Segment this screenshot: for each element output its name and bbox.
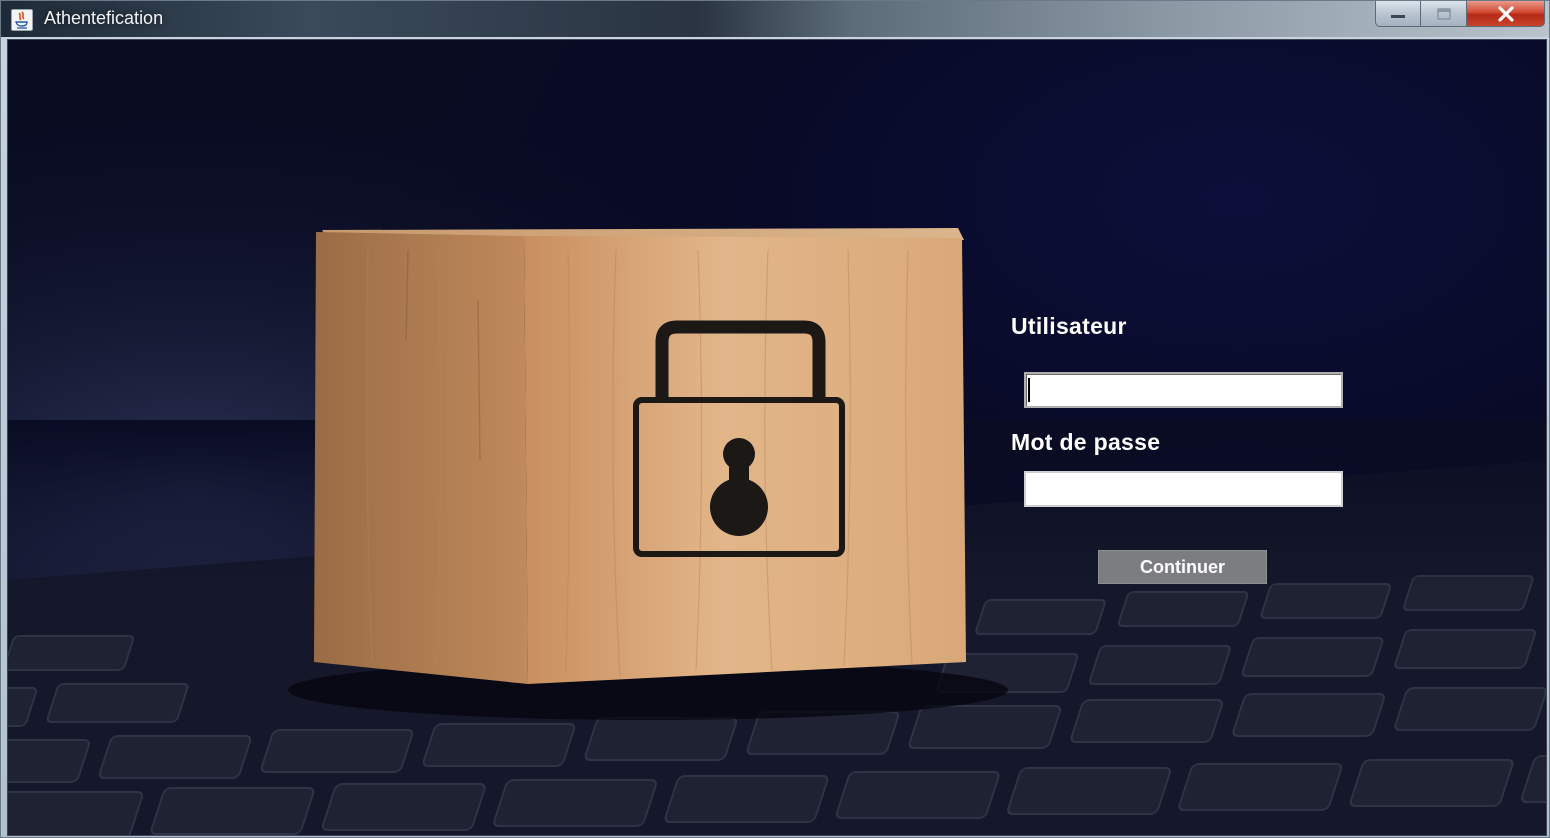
window-title: Athentefication — [44, 8, 164, 28]
username-label: Utilisateur — [1011, 313, 1127, 339]
text-caret — [1028, 378, 1030, 402]
continue-button[interactable]: Continuer — [1098, 550, 1267, 584]
java-app-icon — [11, 9, 33, 31]
close-button[interactable] — [1467, 1, 1545, 27]
background-image — [8, 40, 1546, 835]
password-input[interactable] — [1024, 471, 1343, 507]
maximize-icon — [1436, 7, 1451, 20]
minimize-icon — [1391, 14, 1405, 18]
app-window: Athentefication Utilisateur Mot de passe… — [0, 0, 1550, 838]
username-input[interactable] — [1024, 372, 1343, 408]
close-icon — [1497, 5, 1514, 22]
minimize-button[interactable] — [1375, 1, 1421, 27]
window-controls — [1375, 1, 1545, 27]
password-label: Mot de passe — [1011, 429, 1161, 455]
login-panel: Utilisateur Mot de passe Continuer — [7, 39, 1547, 836]
title-bar[interactable]: Athentefication — [1, 1, 1549, 37]
maximize-button[interactable] — [1421, 1, 1467, 27]
